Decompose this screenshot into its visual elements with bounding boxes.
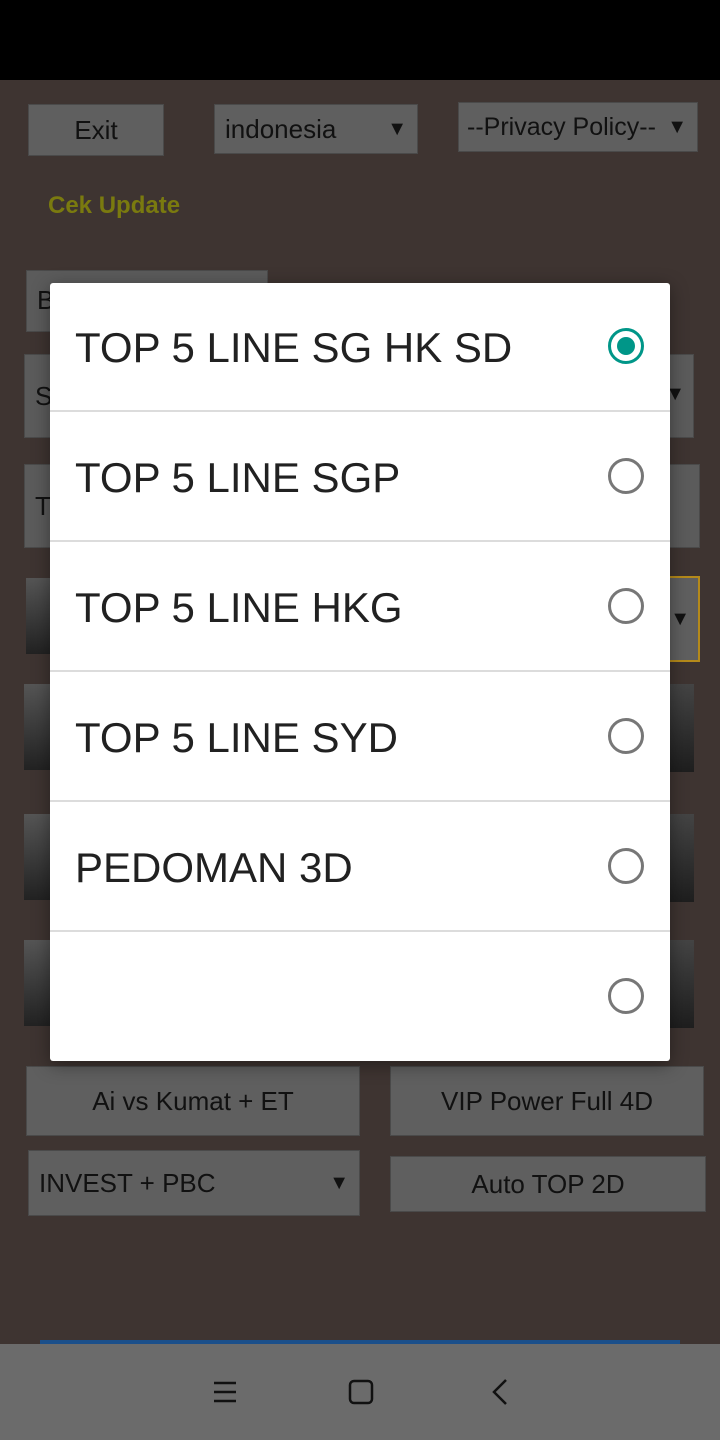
language-select-value: indonesia	[225, 113, 337, 144]
banner-right-1[interactable]	[668, 684, 694, 772]
dialog-option[interactable]: TOP 5 LINE SGP	[50, 413, 670, 542]
dialog-option[interactable]: TOP 5 LINE SYD	[50, 673, 670, 802]
radio-selected-icon[interactable]	[608, 328, 644, 364]
radio-unselected-icon[interactable]	[608, 588, 644, 624]
single-choice-dialog: TOP 5 LINE SG HK SD TOP 5 LINE SGP TOP 5…	[50, 283, 670, 1061]
cek-update-link[interactable]: Cek Update	[48, 192, 180, 220]
dialog-option[interactable]	[50, 933, 670, 1062]
invest-pbc-select[interactable]: INVEST + PBC ▼	[28, 1150, 360, 1216]
dialog-option-label: TOP 5 LINE HKG	[75, 584, 403, 631]
dialog-option[interactable]: PEDOMAN 3D	[50, 803, 670, 932]
privacy-policy-select[interactable]: --Privacy Policy-- ▼	[458, 102, 698, 152]
dialog-option-label: TOP 5 LINE SGP	[75, 454, 401, 501]
exit-button[interactable]: Exit	[28, 104, 164, 156]
dialog-option[interactable]: TOP 5 LINE SG HK SD	[50, 283, 670, 412]
invest-select-value: INVEST + PBC	[39, 1167, 216, 1198]
radio-unselected-icon[interactable]	[608, 978, 644, 1014]
back-chevron-icon[interactable]	[484, 1375, 518, 1409]
dialog-option-label: TOP 5 LINE SYD	[75, 714, 398, 761]
dropdown-arrow-icon: ▼	[329, 1171, 349, 1194]
home-square-icon[interactable]	[344, 1375, 378, 1409]
vip-power-full-button[interactable]: VIP Power Full 4D	[390, 1066, 704, 1136]
banner-right-3[interactable]	[668, 940, 694, 1028]
dropdown-arrow-icon: ▼	[387, 117, 407, 140]
dropdown-arrow-icon: ▼	[670, 608, 690, 630]
radio-unselected-icon[interactable]	[608, 458, 644, 494]
status-bar	[0, 0, 720, 80]
radio-unselected-icon[interactable]	[608, 848, 644, 884]
menu-icon[interactable]	[208, 1375, 242, 1409]
radio-unselected-icon[interactable]	[608, 718, 644, 754]
dialog-option[interactable]: TOP 5 LINE HKG	[50, 543, 670, 672]
dialog-option-label: TOP 5 LINE SG HK SD	[75, 324, 513, 371]
ai-vs-kumat-button[interactable]: Ai vs Kumat + ET	[26, 1066, 360, 1136]
dialog-option-label: PEDOMAN 3D	[75, 844, 353, 891]
banner-right-2[interactable]	[668, 814, 694, 902]
background-field-3-text: T	[35, 491, 51, 521]
language-select[interactable]: indonesia ▼	[214, 104, 418, 154]
auto-top-2d-button[interactable]: Auto TOP 2D	[390, 1156, 706, 1212]
privacy-select-value: --Privacy Policy--	[467, 112, 656, 141]
dropdown-arrow-icon: ▼	[667, 115, 687, 138]
